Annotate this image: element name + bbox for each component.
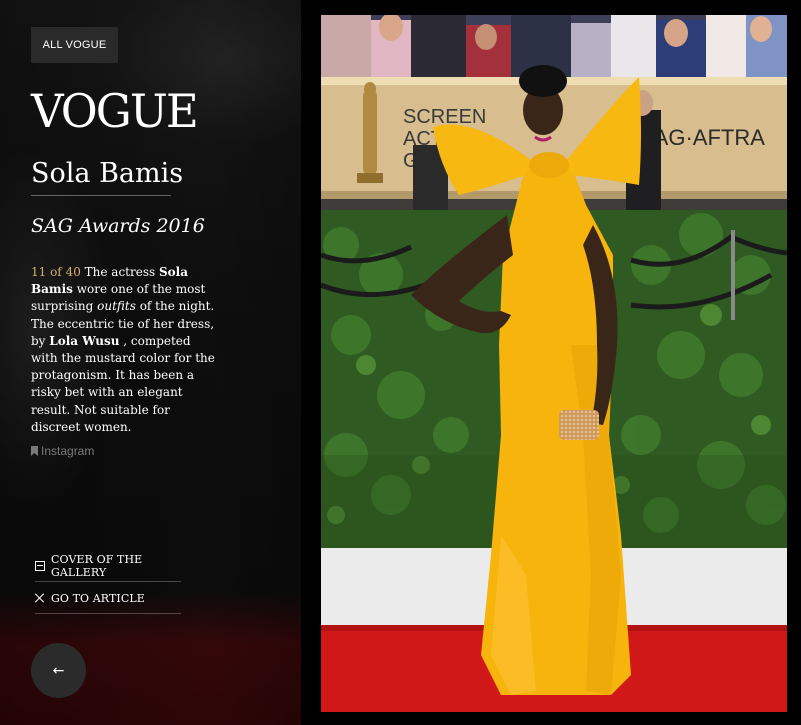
panel-links: COVER OF THE GALLERY GO TO ARTICLE [35, 551, 181, 615]
go-to-article-link[interactable]: GO TO ARTICLE [35, 583, 181, 614]
previous-slide-button[interactable]: ← [31, 643, 86, 698]
svg-text:SCREEN: SCREEN [403, 106, 486, 128]
close-icon [35, 593, 45, 603]
event-title: SAG Awards 2016 [31, 215, 205, 237]
designer-name: Lola Wusu [49, 333, 120, 348]
slide-counter: 11 of 40 [31, 265, 81, 279]
slide-description: 11 of 40 The actress Sola Bamis wore one… [31, 265, 215, 434]
info-panel: ALL VOGUE VOGUE Sola Bamis SAG Awards 20… [0, 0, 301, 725]
red-carpet-photo: SCREEN ACTORS GUILD SAG·AFTRA [321, 15, 787, 712]
all-vogue-button[interactable]: ALL VOGUE [31, 27, 118, 63]
arrow-left-icon: ← [52, 662, 65, 679]
instagram-link[interactable]: Instagram [31, 444, 94, 458]
bookmark-icon [31, 446, 38, 456]
cover-of-gallery-link[interactable]: COVER OF THE GALLERY [35, 551, 181, 582]
gallery-photo[interactable]: SCREEN ACTORS GUILD SAG·AFTRA [321, 15, 787, 712]
gallery-cover-icon [35, 561, 45, 571]
person-name: Sola Bamis [31, 158, 183, 197]
vogue-logo[interactable]: VOGUE [31, 88, 199, 134]
instagram-label: Instagram [41, 444, 95, 458]
gallery-page: ALL VOGUE VOGUE Sola Bamis SAG Awards 20… [0, 0, 801, 725]
